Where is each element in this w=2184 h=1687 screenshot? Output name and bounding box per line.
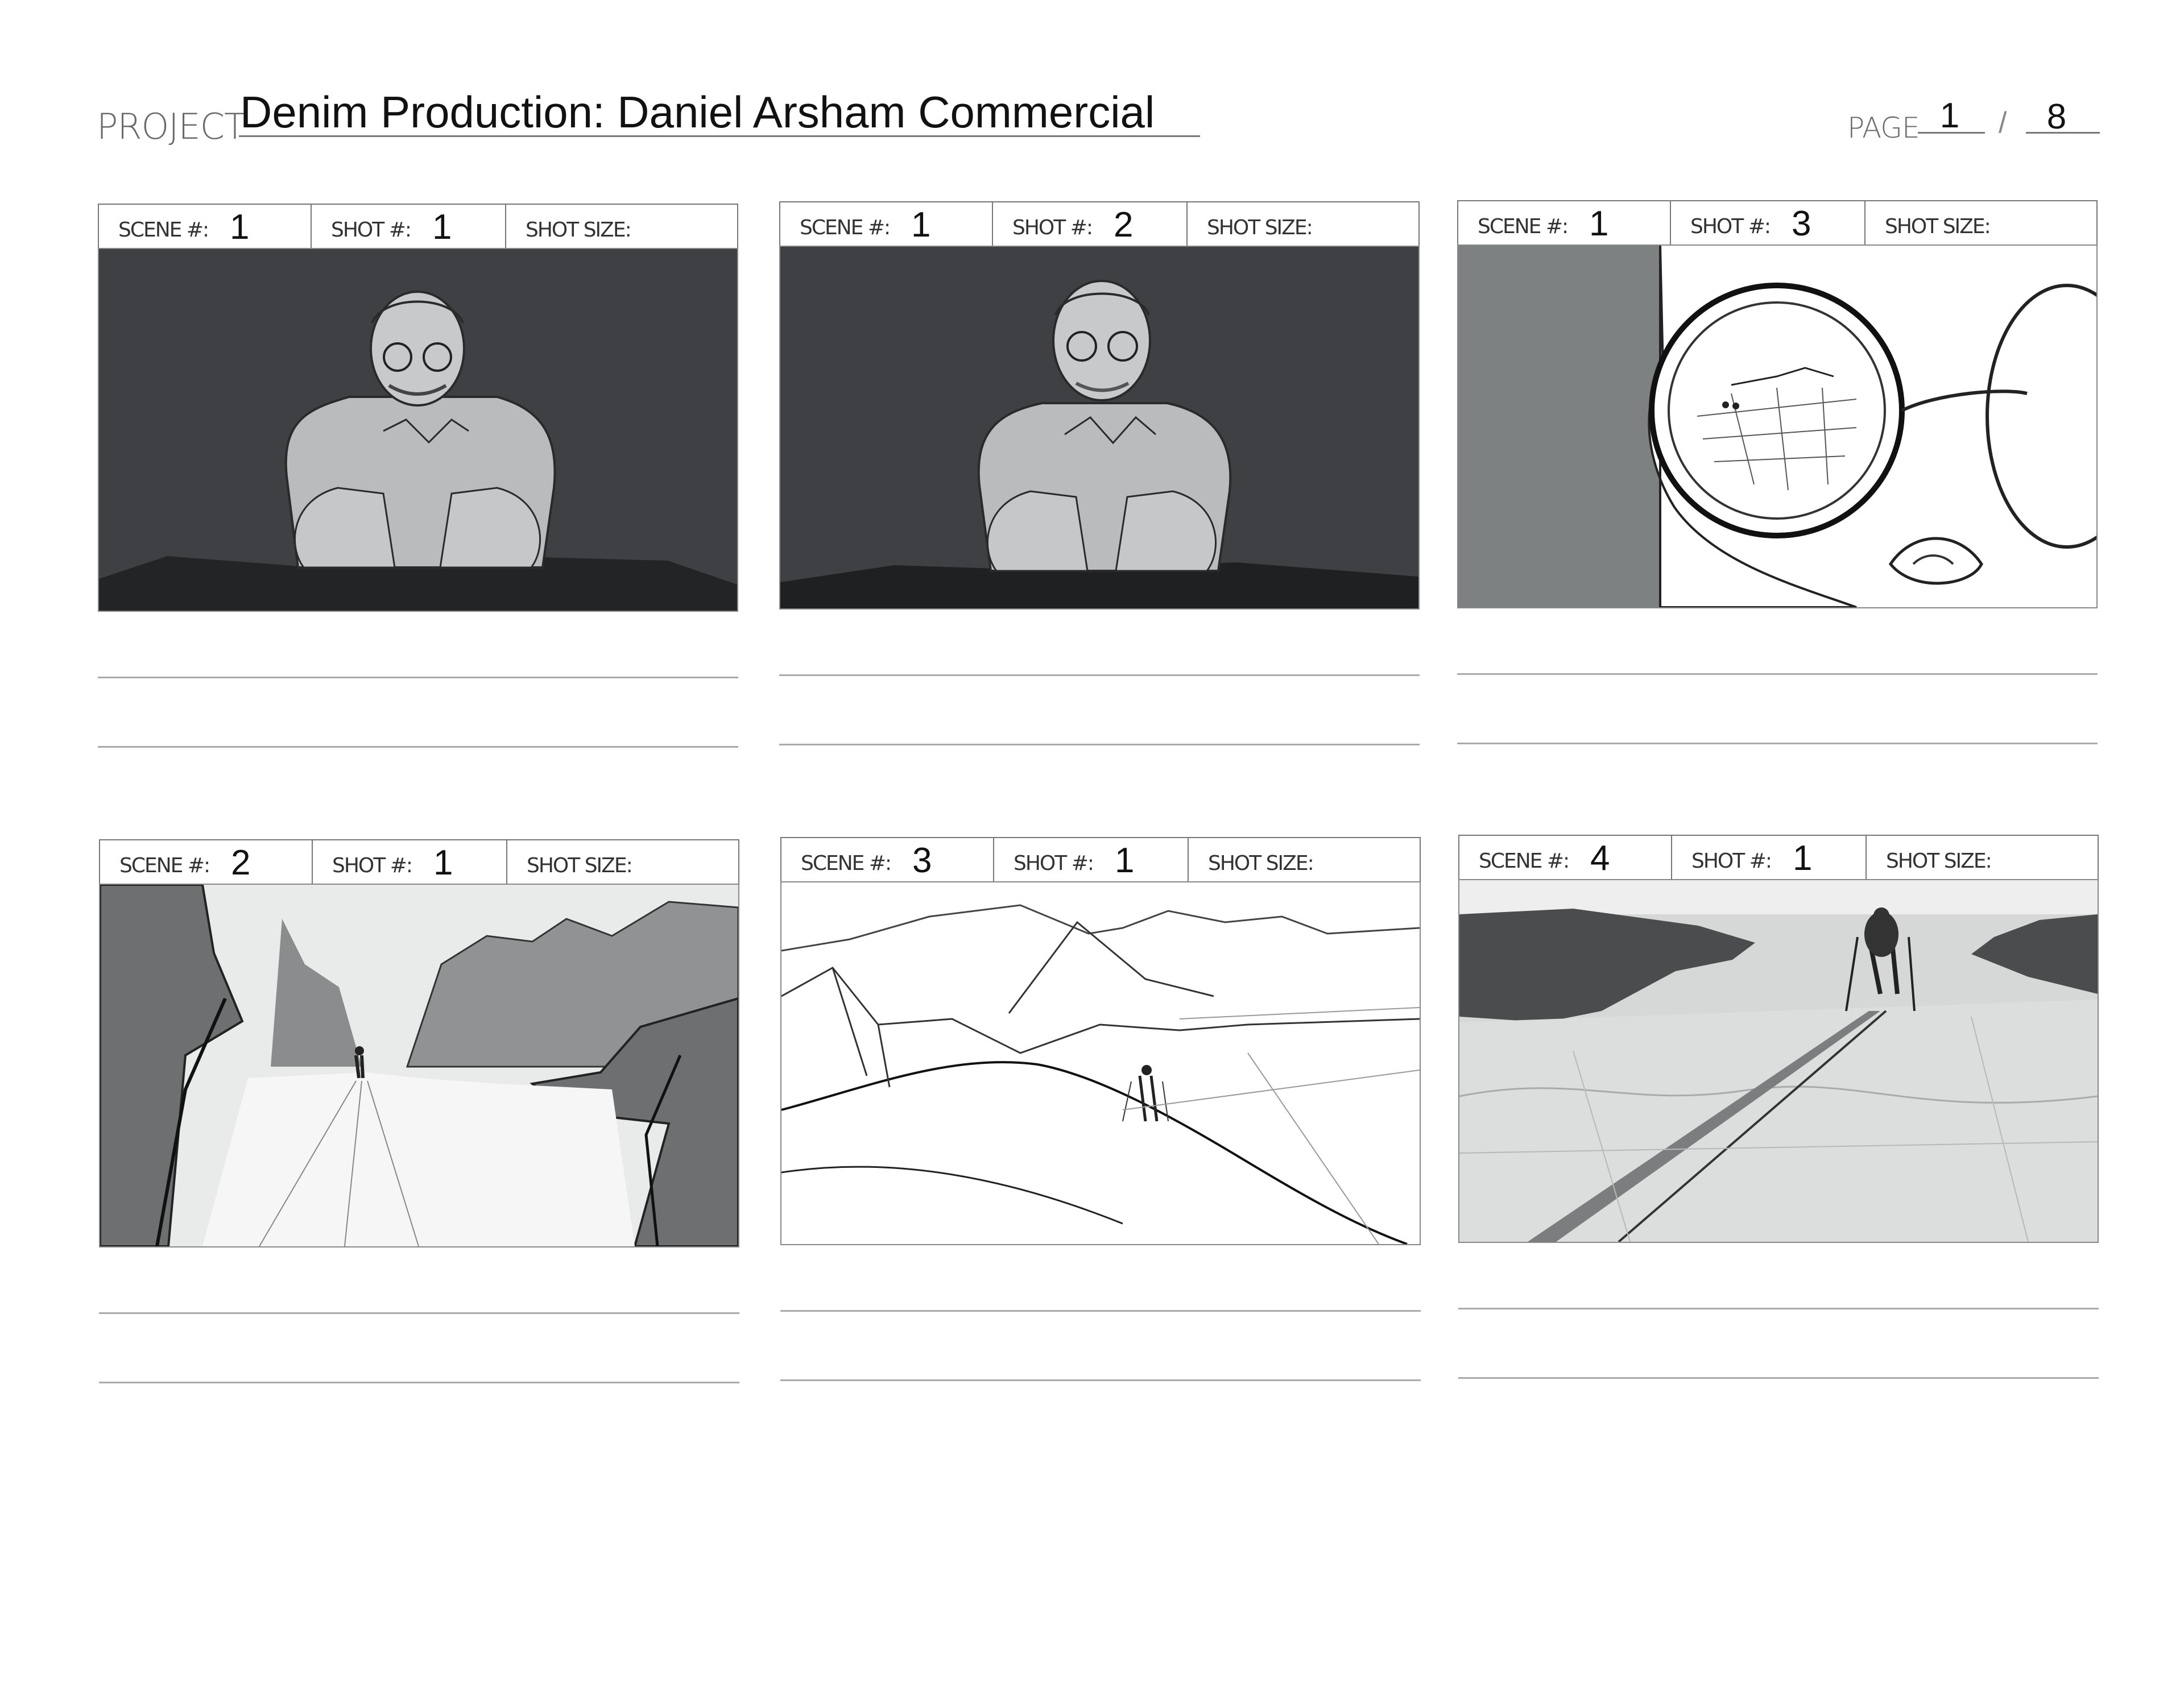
panel-info-bar: SCENE #: 1 SHOT #: 1 SHOT SIZE: bbox=[98, 204, 738, 249]
man-seated-chin-on-hands-closer-sketch-icon bbox=[780, 247, 1418, 608]
shot-cell: SHOT #: 1 bbox=[312, 205, 506, 248]
panel-info-bar: SCENE #: 4 SHOT #: 1 SHOT SIZE: bbox=[1458, 835, 2099, 880]
shot-cell: SHOT #: 1 bbox=[313, 840, 507, 884]
shot-size-label: SHOT SIZE: bbox=[1208, 852, 1314, 875]
scene-label: SCENE #: bbox=[801, 852, 892, 875]
notes-line bbox=[1458, 1377, 2099, 1379]
scene-number: 3 bbox=[912, 841, 932, 880]
scene-label: SCENE #: bbox=[1478, 215, 1569, 238]
panel-info-bar: SCENE #: 3 SHOT #: 1 SHOT SIZE: bbox=[780, 837, 1421, 882]
shot-cell: SHOT #: 1 bbox=[994, 838, 1189, 881]
notes-line bbox=[1458, 1308, 2099, 1309]
scene-cell: SCENE #: 2 bbox=[100, 840, 313, 884]
man-seated-chin-on-hands-sketch-icon bbox=[99, 249, 737, 611]
notes-line bbox=[779, 674, 1420, 676]
shot-number: 3 bbox=[1792, 204, 1811, 243]
scene-label: SCENE #: bbox=[118, 218, 209, 242]
shot-label: SHOT #: bbox=[332, 854, 413, 877]
shot-cell: SHOT #: 1 bbox=[1672, 836, 1867, 879]
shot-label: SHOT #: bbox=[1014, 852, 1094, 875]
scene-cell: SCENE #: 3 bbox=[781, 838, 994, 881]
page-current: 1 bbox=[1939, 96, 1960, 135]
scene-number: 1 bbox=[1589, 204, 1609, 243]
scene-cell: SCENE #: 1 bbox=[1458, 201, 1671, 244]
scene-number: 2 bbox=[231, 843, 251, 882]
shot-cell: SHOT #: 2 bbox=[993, 202, 1188, 246]
panel-info-bar: SCENE #: 2 SHOT #: 1 SHOT SIZE: bbox=[99, 839, 739, 885]
snowy-dunes-hiker-sketch-icon bbox=[781, 882, 1420, 1244]
shot-size-label: SHOT SIZE: bbox=[1207, 216, 1313, 239]
page-label: PAGE bbox=[1847, 111, 1920, 144]
shot-size-cell: SHOT SIZE: bbox=[507, 840, 738, 884]
scene-label: SCENE #: bbox=[1479, 849, 1570, 873]
notes-line bbox=[99, 1382, 739, 1383]
notes-line bbox=[779, 744, 1420, 745]
shot-label: SHOT #: bbox=[331, 218, 412, 242]
shot-number: 2 bbox=[1114, 205, 1134, 244]
glasses-closeup-reflection-sketch-icon bbox=[1458, 246, 2096, 607]
panel-frame bbox=[779, 246, 1420, 610]
notes-line bbox=[98, 677, 738, 678]
scene-number: 1 bbox=[230, 208, 250, 247]
shot-size-label: SHOT SIZE: bbox=[527, 854, 633, 877]
scene-cell: SCENE #: 4 bbox=[1459, 836, 1672, 879]
notes-line bbox=[780, 1379, 1421, 1381]
page-total: 8 bbox=[2046, 97, 2067, 136]
panel-frame bbox=[98, 248, 738, 612]
panel-info-bar: SCENE #: 1 SHOT #: 3 SHOT SIZE: bbox=[1457, 200, 2098, 246]
page-current-underline bbox=[1918, 132, 1985, 134]
shot-size-label: SHOT SIZE: bbox=[1886, 849, 1992, 873]
panel-frame bbox=[780, 881, 1421, 1245]
shot-size-cell: SHOT SIZE: bbox=[1188, 202, 1418, 246]
shot-label: SHOT #: bbox=[1690, 215, 1771, 238]
scene-cell: SCENE #: 1 bbox=[99, 205, 312, 248]
shot-number: 1 bbox=[433, 843, 453, 882]
notes-line bbox=[780, 1310, 1421, 1312]
page-separator: / bbox=[1999, 106, 2007, 139]
project-label: PROJECT bbox=[97, 106, 246, 147]
canyon-road-figure-sketch-icon bbox=[100, 885, 738, 1246]
shot-size-cell: SHOT SIZE: bbox=[1867, 836, 2098, 879]
notes-line bbox=[1457, 743, 2098, 744]
scene-number: 4 bbox=[1590, 839, 1610, 878]
shot-size-cell: SHOT SIZE: bbox=[1189, 838, 1420, 881]
panel-frame bbox=[1458, 879, 2099, 1243]
shot-cell: SHOT #: 3 bbox=[1671, 201, 1866, 244]
shot-label: SHOT #: bbox=[1012, 216, 1093, 239]
panel-info-bar: SCENE #: 1 SHOT #: 2 SHOT SIZE: bbox=[779, 201, 1420, 247]
scene-label: SCENE #: bbox=[800, 216, 891, 239]
shot-label: SHOT #: bbox=[1691, 849, 1772, 873]
panel-frame bbox=[1457, 244, 2098, 608]
project-title-underline bbox=[239, 135, 1200, 137]
shot-number: 1 bbox=[1793, 839, 1813, 878]
project-title: Denim Production: Daniel Arsham Commerci… bbox=[240, 87, 1155, 137]
scene-number: 1 bbox=[911, 205, 931, 244]
shot-size-cell: SHOT SIZE: bbox=[506, 205, 737, 248]
notes-line bbox=[98, 746, 738, 748]
scene-label: SCENE #: bbox=[119, 854, 210, 877]
scene-cell: SCENE #: 1 bbox=[780, 202, 993, 246]
page-total-underline bbox=[2026, 132, 2100, 134]
notes-line bbox=[99, 1312, 739, 1314]
shot-size-label: SHOT SIZE: bbox=[526, 218, 632, 242]
panel-frame bbox=[99, 884, 739, 1247]
shot-number: 1 bbox=[1115, 841, 1135, 880]
notes-line bbox=[1457, 673, 2098, 675]
shot-number: 1 bbox=[432, 208, 452, 247]
desert-walker-with-poles-sketch-icon bbox=[1459, 880, 2098, 1242]
shot-size-cell: SHOT SIZE: bbox=[1866, 201, 2096, 244]
shot-size-label: SHOT SIZE: bbox=[1885, 215, 1991, 238]
